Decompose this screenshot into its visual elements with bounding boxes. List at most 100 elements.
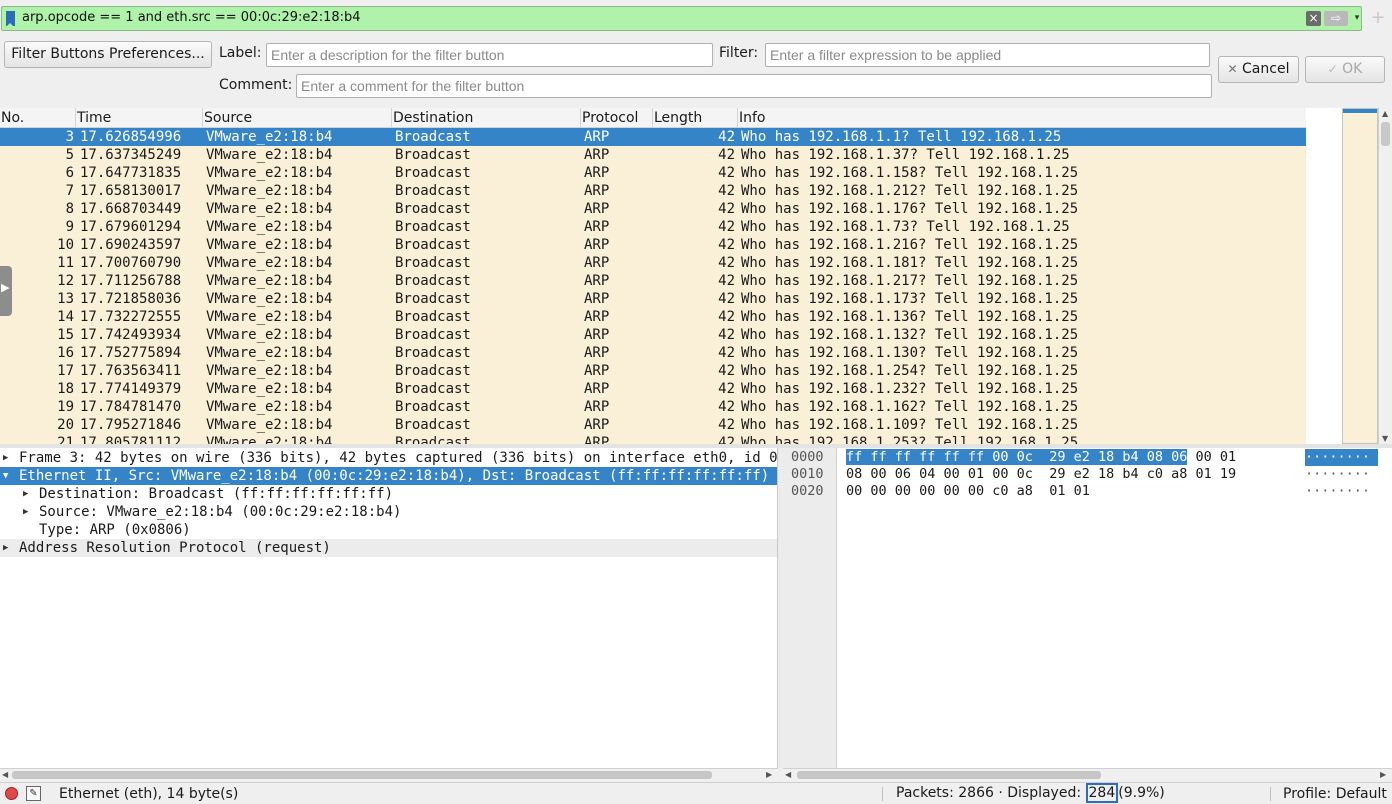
ascii-bytes-row[interactable]: ········	[1305, 449, 1379, 466]
packet-row[interactable]: 21 17.805781112 VMware_e2:18:b4 Broadcast AR…	[0, 434, 1306, 444]
tree-item[interactable]: Type: ARP (0x0806)	[0, 521, 777, 539]
cell-protocol: ARP	[584, 399, 610, 415]
cell-source: VMware_e2:18:b4	[206, 345, 333, 361]
tree-item[interactable]: ▶ Source: VMware_e2:18:b4 (00:0c:29:e2:18…	[0, 503, 777, 521]
capture-comment-edit-icon[interactable]: ✎	[26, 786, 41, 801]
tree-item[interactable]: ▶ Address Resolution Protocol (request)	[0, 539, 777, 557]
ascii-bytes-row[interactable]: ········	[1305, 483, 1370, 500]
hex-bytes-row[interactable]: ff ff ff ff ff ff 00 0c 29 e2 18 b4 08 0…	[846, 449, 1236, 466]
column-header-length[interactable]: Length	[653, 108, 738, 128]
tree-item[interactable]: ▶ Frame 3: 42 bytes on wire (336 bits), 4…	[0, 449, 777, 467]
scroll-up-arrow-icon[interactable]: ▲	[1382, 109, 1388, 118]
packet-row[interactable]: 19 17.784781470 VMware_e2:18:b4 Broadcast AR…	[0, 398, 1306, 416]
filter-buttons-preferences-button[interactable]: Filter Buttons Preferences...	[4, 41, 212, 68]
column-header-time[interactable]: Time	[76, 108, 203, 128]
cell-time: 17.690243597	[80, 237, 182, 253]
filter-button-label-input[interactable]	[266, 43, 713, 67]
packet-row[interactable]: 12 17.711256788 VMware_e2:18:b4 Broadcast AR…	[0, 272, 1306, 290]
display-filter-input[interactable]: arp.opcode == 1 and eth.src == 00:0c:29:…	[1, 6, 1362, 31]
packet-row[interactable]: 5 17.637345249 VMware_e2:18:b4 Broadcast ARP…	[0, 146, 1306, 164]
cell-time: 17.721858036	[80, 291, 182, 307]
expand-arrow-icon: ▶	[1, 281, 10, 294]
packet-row[interactable]: 3 17.626854996 VMware_e2:18:b4 Broadcast ARP…	[0, 128, 1306, 146]
ascii-bytes-row[interactable]: ········	[1305, 466, 1378, 483]
packet-row[interactable]: 15 17.742493934 VMware_e2:18:b4 Broadcast AR…	[0, 326, 1306, 344]
packet-row[interactable]: 7 17.658130017 VMware_e2:18:b4 Broadcast ARP…	[0, 182, 1306, 200]
expand-arrow-icon[interactable]: ▶	[23, 485, 33, 503]
cell-protocol: ARP	[584, 309, 610, 325]
packet-row[interactable]: 11 17.700760790 VMware_e2:18:b4 Broadcast AR…	[0, 254, 1306, 272]
byte-offset: 0020	[791, 483, 824, 499]
cell-source: VMware_e2:18:b4	[206, 255, 333, 271]
tree-item[interactable]: ▼ Ethernet II, Src: VMware_e2:18:b4 (00:0…	[0, 467, 777, 485]
cell-destination: Broadcast	[395, 255, 471, 271]
tree-item[interactable]: ▶ Destination: Broadcast (ff:ff:ff:ff:ff:…	[0, 485, 777, 503]
display-filter-text[interactable]: arp.opcode == 1 and eth.src == 00:0c:29:…	[22, 10, 361, 25]
cell-destination: Broadcast	[395, 237, 471, 253]
scroll-down-arrow-icon[interactable]: ▼	[1382, 434, 1388, 443]
cell-info: Who has 192.168.1.136? Tell 192.168.1.25	[741, 309, 1079, 325]
packet-row[interactable]: 20 17.795271846 VMware_e2:18:b4 Broadcast AR…	[0, 416, 1306, 434]
apply-filter-icon[interactable]: ⇨	[1324, 11, 1348, 26]
packet-list-vertical-scrollbar[interactable]: ▲ ▼	[1378, 108, 1392, 444]
packet-row[interactable]: 13 17.721858036 VMware_e2:18:b4 Broadcast AR…	[0, 290, 1306, 308]
packet-row[interactable]: 9 17.679601294 VMware_e2:18:b4 Broadcast ARP…	[0, 218, 1306, 236]
cell-source: VMware_e2:18:b4	[206, 327, 333, 343]
expand-arrow-icon[interactable]: ▶	[3, 539, 13, 557]
cell-length: 42	[718, 417, 735, 433]
scroll-left-arrow-icon[interactable]: ◀	[2, 769, 8, 781]
packet-row[interactable]: 17 17.763563411 VMware_e2:18:b4 Broadcast AR…	[0, 362, 1306, 380]
column-header-no[interactable]: No.	[0, 108, 76, 128]
cell-time: 17.732272555	[80, 309, 182, 325]
cancel-button-label: Cancel	[1242, 61, 1290, 77]
expert-info-led-icon[interactable]	[5, 787, 18, 800]
status-separator	[882, 787, 883, 801]
collapse-arrow-icon[interactable]: ▼	[3, 467, 13, 485]
hex-rest: 00 00 00 00 00 00 c0 a8 01 01	[846, 483, 1090, 499]
scroll-right-arrow-icon[interactable]: ▶	[1380, 769, 1386, 781]
filter-button-expression-input[interactable]	[765, 43, 1210, 67]
expand-arrow-icon[interactable]: ▶	[3, 449, 13, 467]
cancel-button[interactable]: ✕ Cancel	[1218, 56, 1299, 83]
add-filter-button-icon[interactable]: +	[1370, 8, 1386, 28]
filter-button-comment-input[interactable]	[296, 74, 1212, 98]
hex-bytes-row[interactable]: 00 00 00 00 00 00 c0 a8 01 01	[846, 483, 1090, 500]
minimap-position-indicator	[1343, 109, 1377, 113]
bookmark-icon[interactable]	[6, 11, 15, 27]
packet-row[interactable]: 16 17.752775894 VMware_e2:18:b4 Broadcast AR…	[0, 344, 1306, 362]
expand-arrow-icon[interactable]: ▶	[23, 503, 33, 521]
scroll-right-arrow-icon[interactable]: ▶	[766, 769, 772, 781]
column-header-destination[interactable]: Destination	[392, 108, 581, 128]
clear-filter-icon[interactable]: ×	[1306, 11, 1321, 26]
cell-info: Who has 192.168.1.176? Tell 192.168.1.25	[741, 201, 1079, 217]
scrollbar-thumb[interactable]	[1381, 122, 1390, 146]
hex-bytes-row[interactable]: 08 00 06 04 00 01 00 0c 29 e2 18 b4 c0 a…	[846, 466, 1236, 483]
scroll-left-arrow-icon[interactable]: ◀	[785, 769, 791, 781]
profile-indicator[interactable]: Profile: Default	[1283, 786, 1387, 802]
packet-row[interactable]: 6 17.647731835 VMware_e2:18:b4 Broadcast ARP…	[0, 164, 1306, 182]
packet-counts: Packets: 2866 · Displayed: 284 (9.9%)	[896, 783, 1165, 803]
packet-row[interactable]: 8 17.668703449 VMware_e2:18:b4 Broadcast ARP…	[0, 200, 1306, 218]
packet-row[interactable]: 14 17.732272555 VMware_e2:18:b4 Broadcast AR…	[0, 308, 1306, 326]
scrollbar-thumb[interactable]	[12, 771, 712, 779]
cell-destination: Broadcast	[395, 381, 471, 397]
ok-button[interactable]: ✓ OK	[1305, 56, 1385, 83]
bytes-horizontal-scrollbar[interactable]: ◀ ▶	[783, 768, 1392, 781]
cell-source: VMware_e2:18:b4	[206, 165, 333, 181]
filter-history-chevron-icon[interactable]: ▾	[1352, 9, 1362, 27]
cell-length: 42	[718, 291, 735, 307]
column-header-protocol[interactable]: Protocol	[581, 108, 653, 128]
packet-bytes-pane: 0000 0010 0020 ff ff ff ff ff ff 00 0c 29 …	[783, 448, 1392, 768]
details-horizontal-scrollbar[interactable]: ◀ ▶	[0, 768, 778, 781]
cell-protocol: ARP	[584, 327, 610, 343]
cell-destination: Broadcast	[395, 273, 471, 289]
packet-minimap[interactable]	[1342, 108, 1378, 444]
scrollbar-thumb[interactable]	[797, 771, 1101, 779]
column-header-info[interactable]: Info	[738, 108, 1306, 128]
cell-destination: Broadcast	[395, 201, 471, 217]
packet-row[interactable]: 18 17.774149379 VMware_e2:18:b4 Broadcast AR…	[0, 380, 1306, 398]
packet-row[interactable]: 10 17.690243597 VMware_e2:18:b4 Broadcast AR…	[0, 236, 1306, 254]
side-panel-handle[interactable]: ▶	[0, 266, 12, 316]
column-header-source[interactable]: Source	[203, 108, 392, 128]
cell-no: 20	[57, 417, 74, 433]
